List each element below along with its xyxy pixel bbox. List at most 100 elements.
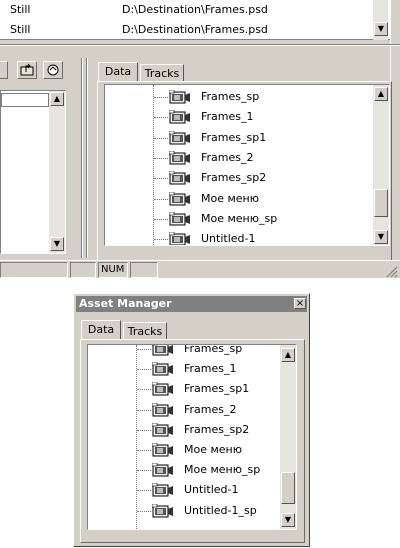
file-path: D:\Destination\Frames.psd (122, 3, 268, 16)
tree-item-label: Frames_sp (201, 90, 260, 103)
tree-item-label: Untitled-1_sp (184, 503, 257, 517)
tree-item[interactable]: Frames_sp2 (88, 420, 278, 440)
tree-item[interactable]: Untitled-1_sp (88, 501, 278, 521)
tree-item-label: Frames_2 (184, 402, 237, 416)
tree-connector (154, 239, 168, 241)
tree-connector (137, 349, 151, 350)
tree-item[interactable]: Frames_sp1 (105, 128, 295, 148)
tree-view[interactable]: Frames_sp Frames_1 Frames_sp1 Frames_2 Frame… (87, 344, 297, 530)
footage-icon (151, 422, 174, 438)
footage-icon (168, 231, 191, 245)
file-type: Still (10, 3, 31, 16)
num-lock-indicator: NUM (98, 262, 128, 278)
footage-icon (168, 191, 191, 207)
footage-icon (151, 503, 174, 519)
tree-item[interactable]: Frames_sp (105, 87, 295, 107)
tree-item-label: Untitled-1 (184, 483, 239, 497)
file-type: Still (10, 23, 31, 36)
tree-item[interactable]: Мое меню_sp (105, 209, 295, 229)
tree-item-label: Frames_sp (184, 344, 243, 355)
footage-icon (168, 170, 191, 186)
footage-icon (168, 130, 191, 146)
left-list[interactable]: ▲ ▼ (0, 90, 66, 254)
resize-grip-icon[interactable] (384, 264, 398, 278)
tree-connector (154, 198, 168, 200)
tree-connector (154, 178, 168, 180)
tree-connector (154, 218, 168, 220)
tree-item[interactable]: Frames_2 (88, 400, 278, 420)
scroll-up-icon[interactable]: ▲ (374, 87, 388, 101)
tree-connector (154, 137, 168, 139)
scroll-up-icon[interactable]: ▲ (281, 348, 295, 362)
tree-item[interactable]: Frames_sp1 (88, 379, 278, 399)
footage-icon (168, 109, 191, 125)
splitter-line (81, 58, 83, 258)
scroll-thumb[interactable] (374, 189, 388, 217)
close-icon[interactable]: × (294, 298, 306, 309)
tree-item[interactable]: Мое меню (105, 189, 295, 209)
tab-tracks[interactable]: Tracks (123, 322, 167, 340)
scroll-up-icon[interactable]: ▲ (50, 92, 64, 106)
tree-item-label: Frames_sp1 (201, 130, 267, 144)
tree-item-label: Мое меню (201, 191, 260, 205)
tree-item[interactable]: Мое меню (88, 440, 278, 460)
scroll-down-icon[interactable]: ▼ (281, 513, 295, 527)
tab-data[interactable]: Data (98, 62, 138, 82)
tree-item-label: Frames_sp2 (201, 171, 267, 185)
tree-item-label: Мое меню_sp (184, 463, 261, 477)
scroll-down-icon[interactable]: ▼ (374, 22, 388, 36)
footage-icon (151, 483, 174, 498)
status-cell (130, 262, 158, 278)
left-list-scrollbar[interactable] (49, 91, 65, 253)
tree-item[interactable]: Untitled-1 (88, 480, 278, 500)
tree-item-label: Мое меню (184, 443, 243, 456)
tree-connector (137, 409, 151, 411)
tree-connector (137, 470, 151, 472)
tree-item-label: Frames_1 (184, 362, 237, 376)
pane-splitter[interactable] (78, 58, 92, 258)
tree-item[interactable]: Frames_sp (88, 344, 278, 359)
tree-view[interactable]: Frames_sp Frames_1 Frames_sp1 Frames_2 Frame… (104, 84, 390, 246)
toolbar-left (0, 58, 70, 84)
scroll-thumb[interactable] (281, 472, 295, 504)
tree-item-label: Untitled-1 (201, 232, 256, 246)
tree-item[interactable]: Frames_1 (105, 107, 295, 127)
tree-item[interactable]: Frames_2 (105, 148, 295, 168)
file-path: D:\Destination\Frames.psd (122, 23, 268, 36)
tree-item[interactable]: Frames_1 (88, 359, 278, 379)
divider (0, 44, 400, 46)
footage-icon (168, 89, 191, 105)
window-title: Asset Manager (79, 297, 172, 310)
title-bar[interactable]: Asset Manager × (76, 296, 307, 312)
tree-item[interactable]: Мое меню_sp (88, 460, 278, 480)
tree-connector (137, 369, 151, 371)
status-bar: NUM (0, 260, 400, 278)
footage-icon (151, 345, 174, 357)
file-list-row[interactable]: Still D:\Destination\Frames.psd (0, 0, 372, 20)
tree-connector (137, 450, 151, 451)
footage-icon (151, 382, 174, 397)
footage-icon (168, 150, 191, 166)
file-list-row[interactable]: Still D:\Destination\Frames.psd (0, 20, 372, 40)
tree-connector (137, 490, 151, 492)
folder-up-icon[interactable] (17, 61, 37, 79)
tab-data[interactable]: Data (81, 320, 121, 340)
toolbar-button[interactable] (0, 61, 8, 79)
tree-connector (137, 389, 151, 391)
tree-connector (154, 97, 168, 98)
scroll-down-icon[interactable]: ▼ (50, 237, 64, 251)
left-list-field[interactable] (1, 93, 49, 107)
footage-icon (151, 462, 174, 478)
tree-item[interactable]: Frames_sp2 (105, 168, 295, 188)
tree-item-label: Frames_sp2 (184, 422, 250, 436)
refresh-icon[interactable] (43, 61, 63, 79)
tree-item[interactable]: Untitled-1 (105, 229, 295, 246)
tree-scrollbar[interactable] (373, 85, 389, 245)
scroll-down-icon[interactable]: ▼ (374, 230, 388, 244)
tree-item-label: Мое меню_sp (201, 211, 278, 225)
splitter-line (86, 58, 88, 258)
status-cell (0, 262, 68, 278)
tab-tracks[interactable]: Tracks (140, 64, 184, 82)
tree-connector (154, 117, 168, 119)
footage-icon (151, 361, 174, 377)
